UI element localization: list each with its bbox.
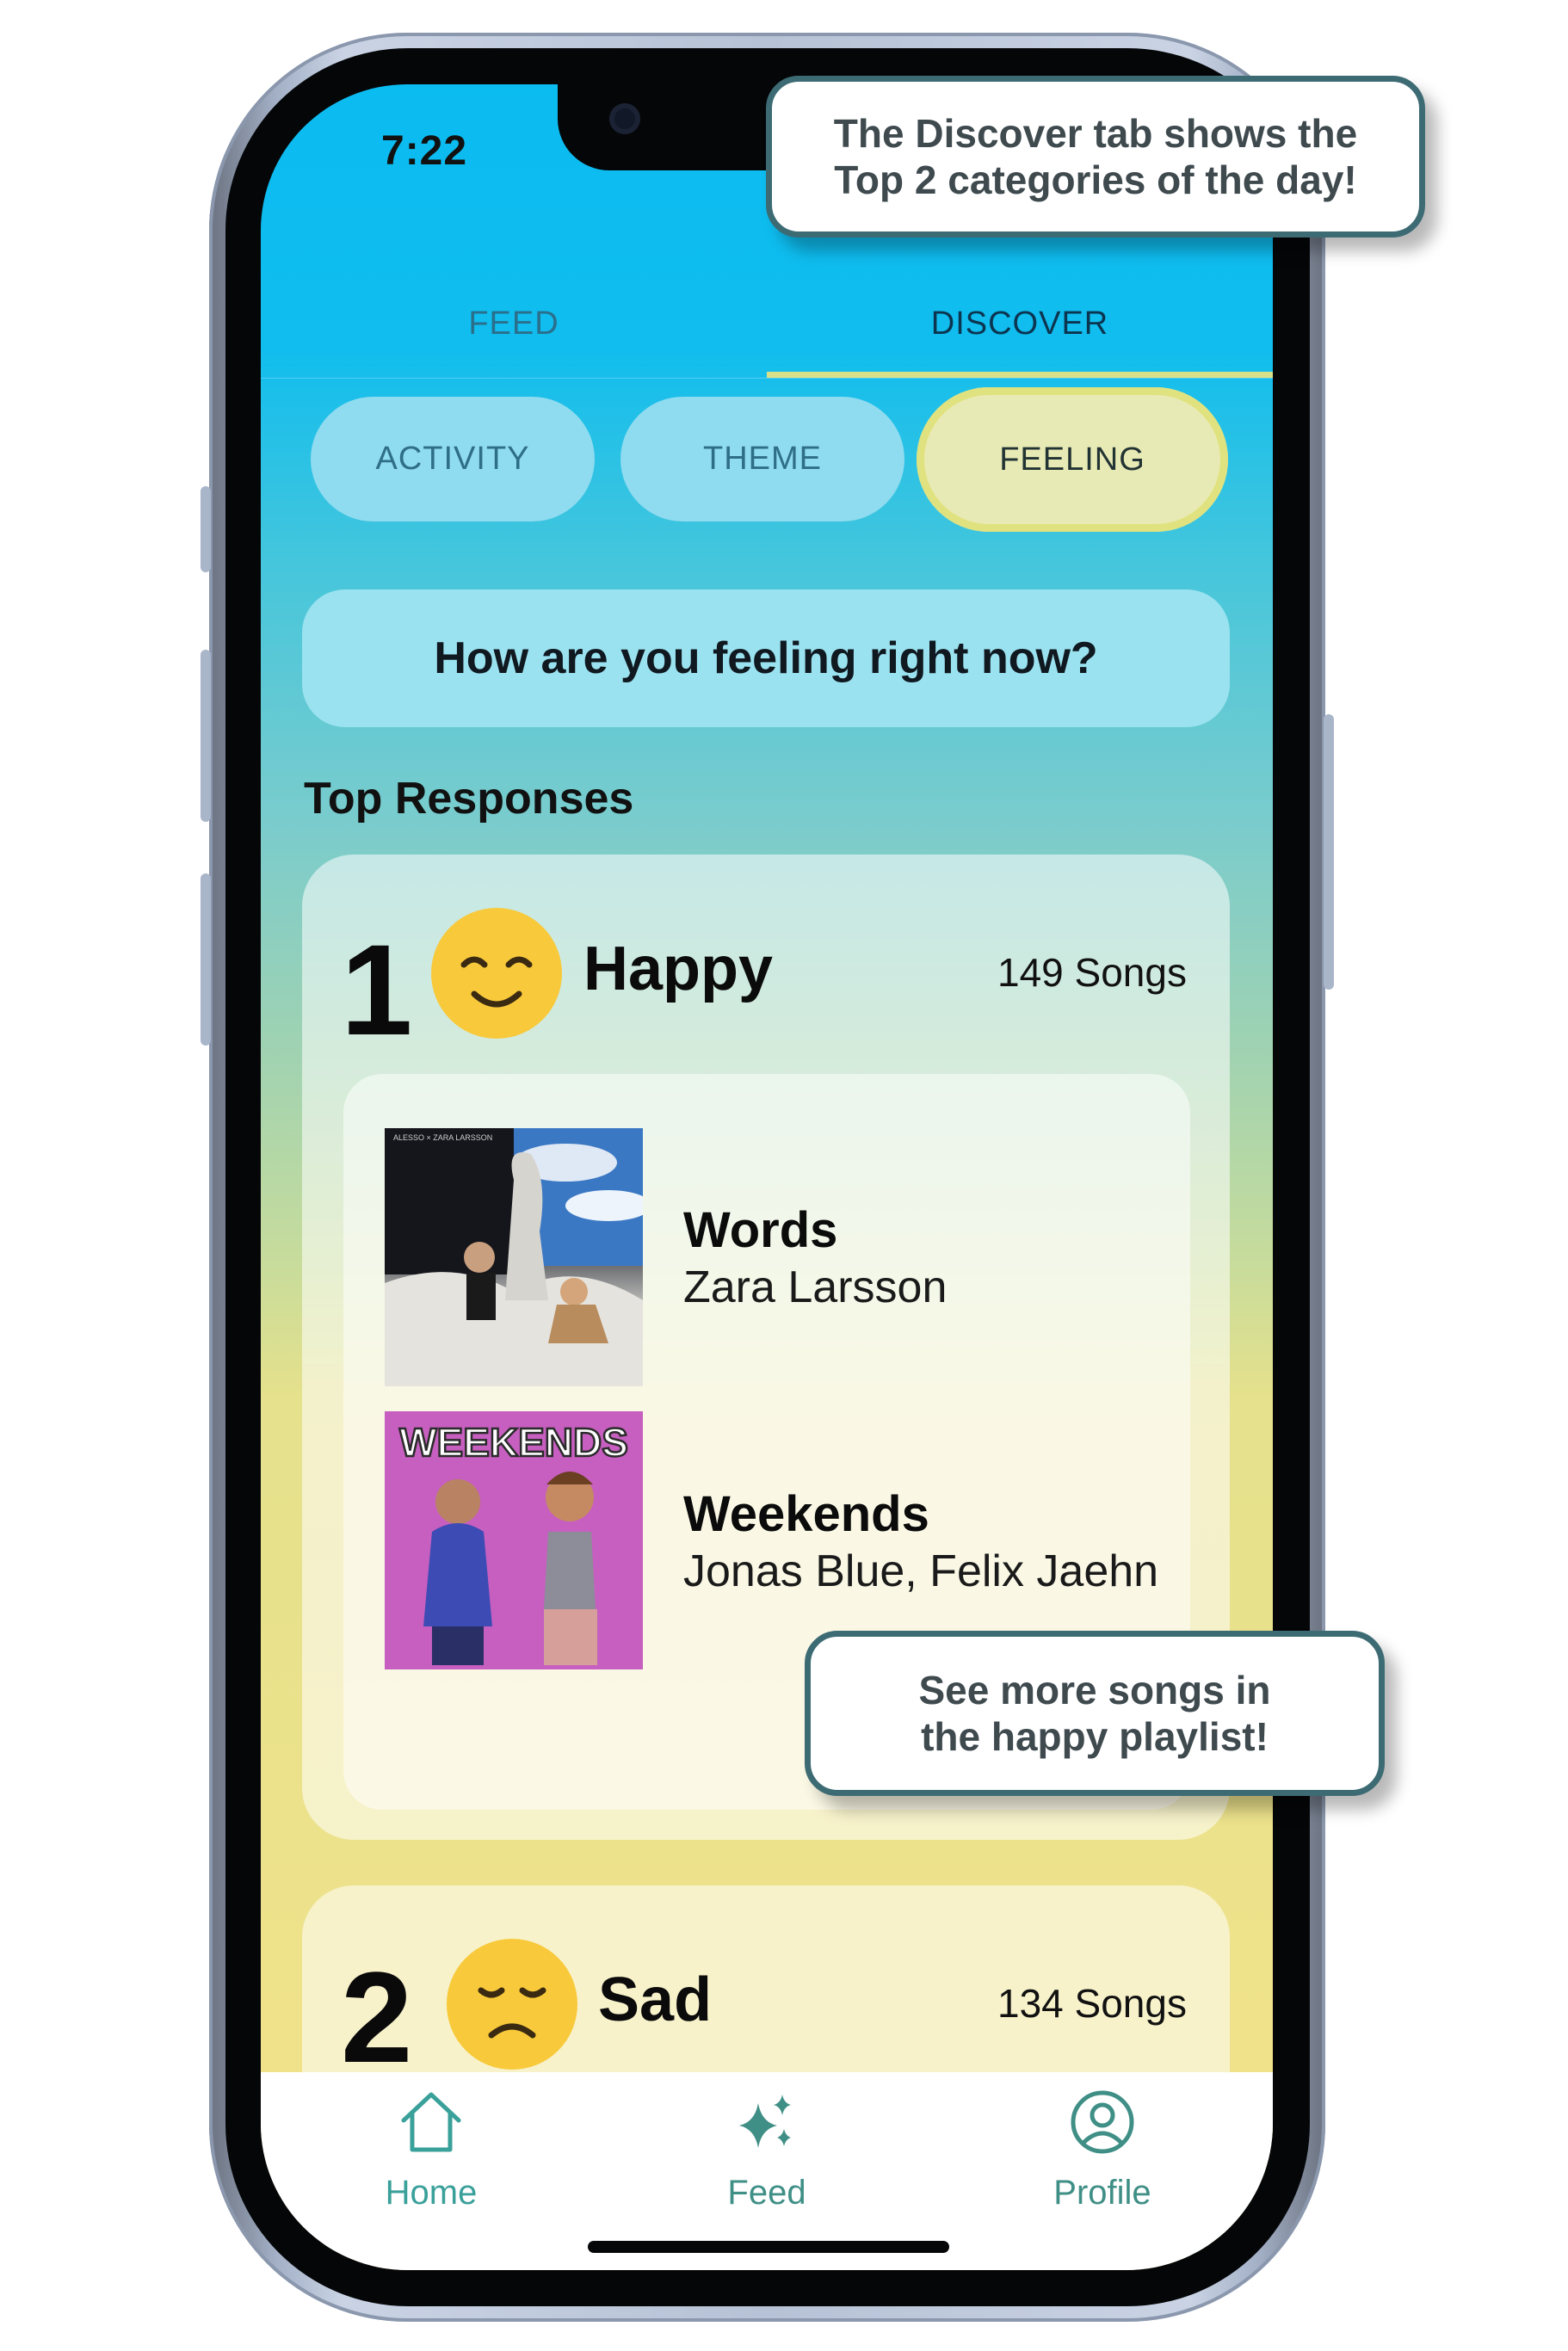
category-name: Sad (598, 1965, 713, 2034)
rank-number: 1 (341, 917, 413, 1062)
nav-feed[interactable]: Feed (664, 2089, 870, 2218)
nav-home-label: Home (385, 2174, 478, 2212)
filter-feeling[interactable]: FEELING (917, 387, 1228, 532)
nav-feed-label: Feed (727, 2174, 806, 2212)
tab-discover[interactable]: DISCOVER (767, 275, 1273, 372)
song-count: 134 Songs (997, 1981, 1187, 2026)
filter-activity[interactable]: ACTIVITY (311, 397, 595, 521)
nav-profile-label: Profile (1053, 2174, 1151, 2212)
song-count: 149 Songs (997, 950, 1187, 995)
filter-theme[interactable]: THEME (620, 397, 904, 521)
words-album-art[interactable]: ALESSO × ZARA LARSSON (385, 1128, 643, 1386)
silent-switch (201, 486, 211, 572)
active-tab-indicator (767, 372, 1273, 378)
tab-feed[interactable]: FEED (261, 275, 767, 372)
song-title: Words (683, 1202, 838, 1258)
callout-discover-line2: Top 2 categories of the day! (834, 157, 1357, 202)
sad-face-icon (447, 1939, 577, 2070)
smiling-face-icon (431, 908, 562, 1039)
tab-divider (261, 378, 1273, 379)
question-banner: How are you feeling right now? (302, 589, 1230, 727)
callout-playlist: See more songs in the happy playlist! (805, 1631, 1385, 1796)
app-screen: 7:22 FEED DISCOVER ACTIVITY THEME FEELIN… (261, 84, 1273, 2270)
home-indicator (588, 2241, 949, 2253)
nav-profile[interactable]: Profile (999, 2089, 1206, 2218)
volume-up-button (201, 650, 211, 822)
section-title: Top Responses (304, 774, 634, 824)
home-icon (401, 2092, 461, 2152)
weekends-art-text: WEEKENDS (399, 1420, 628, 1465)
song-artist: Jonas Blue, Felix Jaehn (683, 1546, 1159, 1596)
nav-home[interactable]: Home (328, 2089, 534, 2218)
callout-playlist-line2: the happy playlist! (921, 1714, 1269, 1759)
callout-playlist-line1: See more songs in (918, 1668, 1271, 1712)
top-tabs: FEED DISCOVER (261, 275, 1273, 379)
song-artist: Zara Larsson (683, 1262, 948, 1312)
power-button (1324, 714, 1334, 990)
category-name: Happy (583, 935, 774, 1003)
volume-down-button (201, 873, 211, 1046)
callout-discover-line1: The Discover tab shows the (833, 111, 1358, 156)
profile-icon (1071, 2090, 1134, 2154)
weekends-album-art[interactable]: WEEKENDS (385, 1411, 643, 1669)
svg-text:ALESSO × ZARA LARSSON: ALESSO × ZARA LARSSON (393, 1133, 492, 1142)
callout-discover: The Discover tab shows the Top 2 categor… (766, 76, 1425, 238)
sparkles-icon (739, 2095, 791, 2148)
song-title: Weekends (683, 1486, 929, 1542)
status-time: 7:22 (381, 128, 468, 174)
rank-number: 2 (341, 1945, 413, 2089)
front-camera (609, 103, 640, 134)
